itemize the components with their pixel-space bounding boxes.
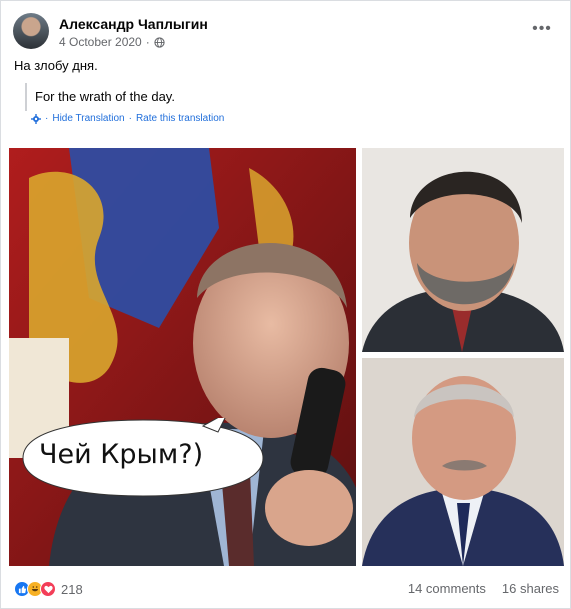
more-options-button[interactable]: ••• — [528, 17, 556, 41]
post-meta: 4 October 2020 · — [59, 35, 165, 49]
translation-links: · Hide Translation · Rate this translati… — [31, 113, 224, 124]
main-photo[interactable] — [9, 148, 356, 566]
gear-icon — [31, 113, 41, 124]
post-footer: 218 14 comments 16 shares — [14, 581, 559, 601]
translation-text: For the wrath of the day. — [35, 89, 175, 104]
reactions-summary[interactable]: 218 — [14, 581, 83, 597]
main-photo-illustration — [9, 148, 356, 566]
engagement-counts: 14 comments 16 shares — [408, 581, 559, 596]
avatar[interactable] — [13, 13, 49, 49]
speech-bubble-text: Чей Крым?) — [39, 439, 204, 470]
translation-separator: · — [45, 113, 49, 124]
author-name[interactable]: Александр Чаплыгин — [59, 16, 208, 32]
bottom-right-photo[interactable] — [362, 358, 564, 566]
comments-count-link[interactable]: 14 comments — [408, 581, 486, 596]
reaction-count: 218 — [61, 581, 83, 597]
globe-icon — [154, 36, 165, 48]
rate-translation-link[interactable]: Rate this translation — [136, 113, 224, 124]
top-photo-illustration — [362, 148, 564, 352]
post-media: Чей Крым?) — [9, 148, 564, 566]
translation-separator: · — [128, 113, 132, 124]
top-right-photo[interactable] — [362, 148, 564, 352]
shares-count-link[interactable]: 16 shares — [502, 581, 559, 596]
bottom-photo-illustration — [362, 358, 564, 566]
love-icon — [40, 581, 56, 597]
post-header: Александр Чаплыгин 4 October 2020 · ••• — [13, 13, 560, 53]
hide-translation-link[interactable]: Hide Translation — [52, 113, 124, 124]
translation-block: For the wrath of the day. — [25, 83, 557, 111]
meta-separator: · — [145, 35, 150, 49]
post-date[interactable]: 4 October 2020 — [59, 35, 142, 49]
post-card: Александр Чаплыгин 4 October 2020 · ••• … — [0, 0, 571, 609]
post-text: На злобу дня. — [14, 58, 98, 73]
